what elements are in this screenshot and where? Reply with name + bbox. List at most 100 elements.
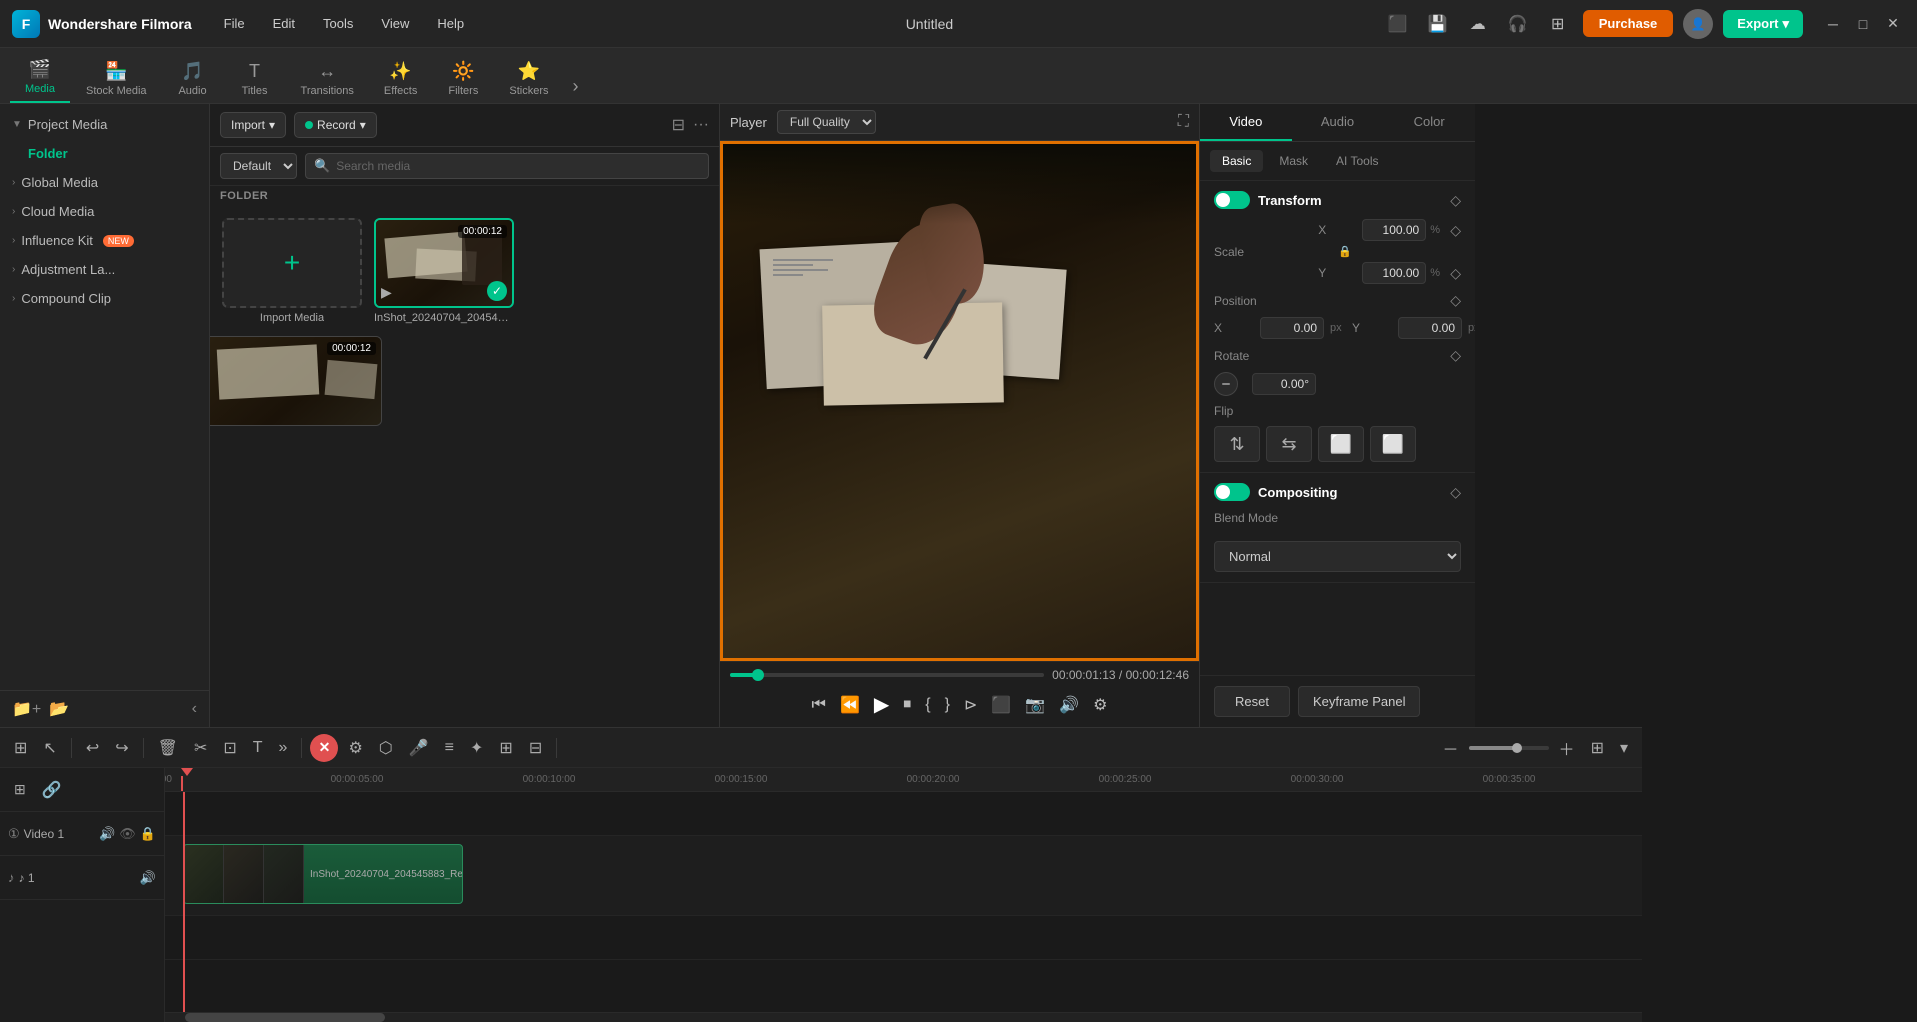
link-btn[interactable]: 🔗 [36,776,68,804]
record-button[interactable]: Record ▾ [294,112,377,138]
undo-btn[interactable]: ↩ [80,734,105,762]
sidebar-item-adjustment[interactable]: › Adjustment La... [0,255,209,284]
ai-btn[interactable]: ✦ [464,734,489,762]
pip-btn[interactable]: ⊞ [493,734,518,762]
scene-view-btn[interactable]: ⊞ [8,734,33,762]
out-point-button[interactable]: } [941,692,954,718]
flip-h-button[interactable]: ⬜ [1318,426,1364,462]
filter-icon[interactable]: ⊟ [672,115,685,135]
settings-button[interactable]: ⚙ [1089,691,1111,719]
quality-select[interactable]: Full Quality [777,110,876,134]
transform-keyframe-icon[interactable]: ◇ [1450,192,1461,209]
sidebar-item-influence-kit[interactable]: › Influence Kit NEW [0,226,209,255]
zoom-in-btn[interactable]: ＋ [1553,732,1581,764]
tab-audio[interactable]: 🎵 Audio [163,55,223,103]
select-tool-btn[interactable]: ↖ [37,734,62,762]
reset-button[interactable]: Reset [1214,686,1290,717]
zoom-knob[interactable] [1512,743,1522,753]
subtab-ai-tools[interactable]: AI Tools [1324,150,1390,172]
list-item[interactable]: 00:00:12 [222,336,362,426]
scale-x-keyframe-icon[interactable]: ◇ [1450,222,1461,239]
menu-edit[interactable]: Edit [261,12,307,35]
purchase-button[interactable]: Purchase [1583,10,1674,37]
tab-titles[interactable]: T Titles [225,55,285,103]
keyframe-panel-button[interactable]: Keyframe Panel [1298,686,1421,717]
cloud-icon[interactable]: ☁ [1463,9,1493,39]
close-button[interactable]: ✕ [1881,12,1905,36]
mark-button[interactable]: ⊳ [960,691,981,719]
collapse-panel-icon[interactable]: ‹ [192,700,197,718]
timeline-scrollbar[interactable] [165,1012,1642,1022]
subtab-basic[interactable]: Basic [1210,150,1263,172]
rotate-keyframe-icon[interactable]: ◇ [1450,347,1461,364]
tab-video[interactable]: Video [1200,104,1292,141]
audio-volume-icon[interactable]: 🔊 [140,870,156,886]
rewind-button[interactable]: ⏮ [808,692,830,718]
menu-file[interactable]: File [212,12,257,35]
folder-icon[interactable]: 📂 [49,699,69,719]
tab-stickers[interactable]: ⭐ Stickers [495,55,562,103]
cut-btn[interactable]: ✂ [188,734,213,762]
position-y-input[interactable]: 0.00 [1398,317,1462,339]
mask2-btn[interactable]: ⬡ [373,734,399,762]
track-lock-icon[interactable]: 🔒 [140,826,156,842]
compositing-toggle[interactable] [1214,483,1250,501]
play-button[interactable]: ▶ [870,688,893,721]
progress-bar[interactable] [730,673,1044,677]
scale-y-keyframe-icon[interactable]: ◇ [1450,265,1461,282]
sidebar-item-global-media[interactable]: › Global Media [0,168,209,197]
rotate-dial[interactable] [1214,372,1238,396]
delete-btn[interactable]: 🗑 [152,734,184,762]
position-x-input[interactable]: 0.00 [1260,317,1324,339]
audio-button[interactable]: 🔊 [1055,691,1083,719]
add-video-track-btn[interactable]: ⊞ [8,777,32,802]
user-avatar[interactable]: 👤 [1683,9,1713,39]
export-button[interactable]: Export ▾ [1723,10,1803,38]
step-back-button[interactable]: ⏪ [836,691,864,719]
track-eye-icon[interactable]: 👁 [119,826,136,842]
subtab-mask[interactable]: Mask [1267,150,1320,172]
transform-toggle[interactable] [1214,191,1250,209]
menu-tools[interactable]: Tools [311,12,365,35]
minimize-button[interactable]: ─ [1821,12,1845,36]
maximize-button[interactable]: □ [1851,12,1875,36]
in-point-button[interactable]: { [921,692,934,718]
list-item[interactable]: 00:00:12 ✓ ▶ InShot_20240704_20454588... [374,218,514,324]
export-dropdown-icon[interactable]: ▾ [1782,16,1789,32]
audio-fx-btn[interactable]: ≡ [439,735,460,761]
sidebar-item-cloud-media[interactable]: › Cloud Media [0,197,209,226]
progress-knob[interactable] [752,669,764,681]
split-btn[interactable]: ⊟ [523,734,548,762]
scale-y-input[interactable]: 100.00 [1362,262,1426,284]
snapshot-button[interactable]: 📷 [1021,691,1049,719]
tab-effects[interactable]: ✨ Effects [370,55,431,103]
position-keyframe-icon[interactable]: ◇ [1450,292,1461,309]
stop-button[interactable]: ⏹ [899,692,915,718]
grid-toggle-btn[interactable]: ▾ [1614,734,1634,762]
tab-filters[interactable]: 🔆 Filters [433,55,493,103]
settings2-btn[interactable]: ⚙ [342,734,368,762]
more-tabs-button[interactable]: › [564,70,586,103]
media-thumbnail[interactable]: 00:00:12 ✓ ▶ [374,218,514,308]
more-options-icon[interactable]: ··· [693,116,709,134]
import-media-item[interactable]: + Import Media [222,218,362,324]
tab-audio[interactable]: Audio [1292,104,1384,141]
scale-x-input[interactable]: 100.00 [1362,219,1426,241]
sidebar-item-compound-clip[interactable]: › Compound Clip [0,284,209,313]
import-plus-area[interactable]: + [222,218,362,308]
search-input[interactable] [336,159,700,173]
ai-icon[interactable]: ⊞ [1543,9,1573,39]
scrollbar-thumb[interactable] [185,1013,385,1022]
crop-btn[interactable]: ⊡ [217,734,242,762]
import-button[interactable]: Import ▾ [220,112,286,138]
tab-color[interactable]: Color [1383,104,1475,141]
blend-mode-select[interactable]: Normal [1214,541,1461,572]
sort-select[interactable]: Default [220,153,297,179]
zoom-out-btn[interactable]: － [1437,732,1465,764]
menu-help[interactable]: Help [425,12,476,35]
flip-vertical-button[interactable]: ⇆ [1266,426,1312,462]
flip-horizontal-button[interactable]: ⇅ [1214,426,1260,462]
tab-media[interactable]: 🎬 Media [10,53,70,103]
redo-btn[interactable]: ↪ [109,734,134,762]
sidebar-item-folder[interactable]: Folder [0,139,209,168]
